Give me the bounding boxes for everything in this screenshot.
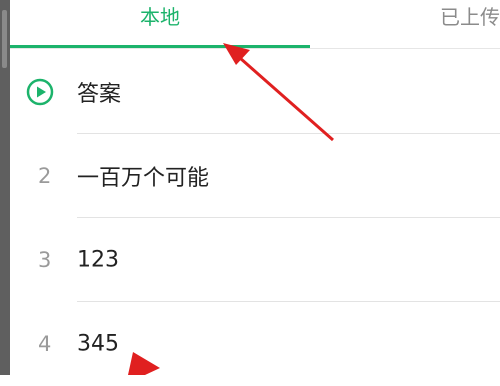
song-number: 4 [38,332,52,356]
song-row-2[interactable]: 2 一百万个可能 [10,134,500,218]
song-title: 123 [77,247,119,273]
tab-local[interactable]: 本地 [10,0,310,46]
song-row-3[interactable]: 3 123 [10,218,500,302]
song-title: 一百万个可能 [77,166,210,191]
song-number: 3 [38,248,52,272]
tab-uploaded-label: 已上传 [440,5,500,29]
scrollbar-thumb[interactable] [2,10,7,68]
song-number: 2 [38,164,52,188]
play-circle-icon[interactable] [26,78,54,106]
active-tab-indicator [10,45,310,48]
tab-bar: 本地 已上传 [10,0,500,49]
song-row-1[interactable]: 答案 [10,50,500,134]
song-title: 答案 [77,82,122,107]
song-row-4[interactable]: 4 345 [10,302,500,386]
tab-local-label: 本地 [140,5,180,29]
tab-uploaded[interactable]: 已上传 [310,0,500,46]
left-scroll-edge [0,0,10,375]
song-title: 345 [77,331,119,357]
